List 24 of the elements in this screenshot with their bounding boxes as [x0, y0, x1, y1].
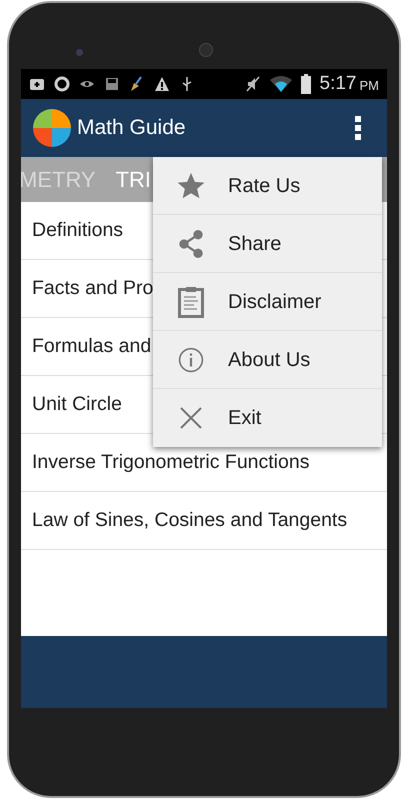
close-icon — [178, 406, 202, 430]
menu-item[interactable]: Share — [153, 215, 382, 273]
speaker-icon — [199, 43, 213, 57]
menu-item[interactable]: Disclaimer — [153, 273, 382, 331]
camera-icon — [76, 49, 83, 56]
mute-icon — [244, 76, 261, 92]
app-logo-icon — [33, 109, 71, 147]
notification-icon — [29, 76, 45, 92]
clipboard-icon — [178, 286, 204, 318]
battery-icon — [300, 74, 311, 94]
menu-item[interactable]: About Us — [153, 331, 382, 389]
topic-list-item[interactable]: Law of Sines, Cosines and Tangents — [21, 492, 387, 550]
circle-icon — [54, 76, 70, 92]
wifi-icon — [270, 76, 292, 92]
info-icon — [178, 346, 204, 372]
clock: 5:17 — [320, 72, 356, 96]
app-title: Math Guide — [77, 115, 186, 142]
warning-icon — [154, 76, 170, 92]
star-icon — [176, 170, 206, 200]
overflow-menu-icon[interactable] — [355, 116, 361, 140]
save-icon — [104, 76, 120, 92]
menu-item[interactable]: Rate Us — [153, 157, 382, 215]
clock-meridiem: PM — [360, 77, 379, 96]
share-icon — [176, 230, 204, 258]
